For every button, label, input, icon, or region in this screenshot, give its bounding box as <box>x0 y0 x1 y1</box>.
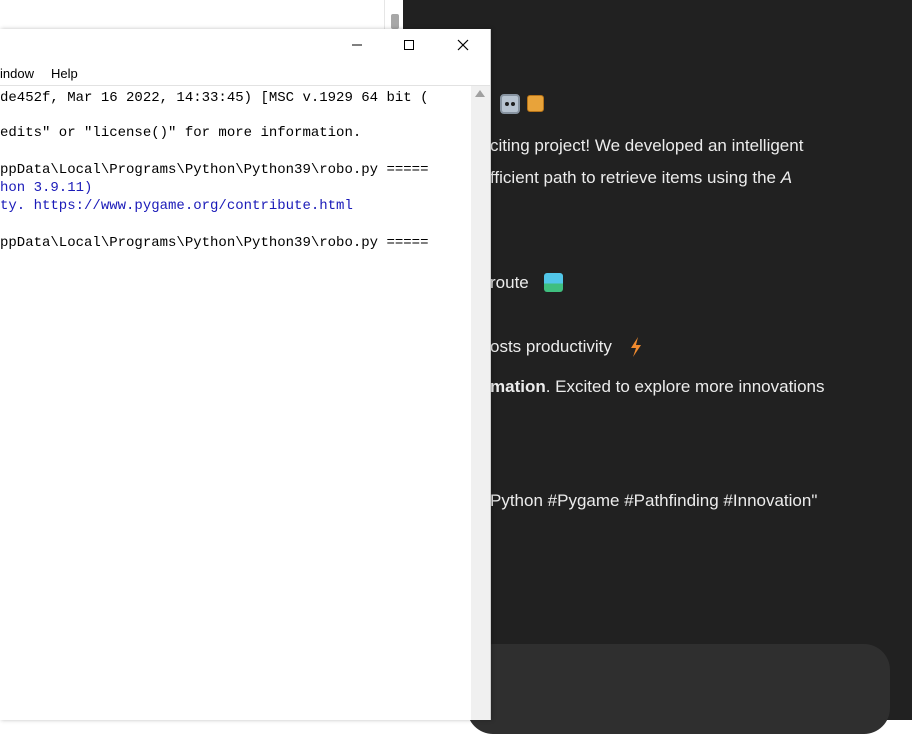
maximize-icon <box>404 40 414 50</box>
chat-message-line: route <box>490 273 529 293</box>
shell-line: edits" or "license()" for more informati… <box>0 125 362 141</box>
chat-bold-text: mation <box>490 377 546 396</box>
chat-message-line: Python #Pygame #Pathfinding #Innovation" <box>490 491 818 510</box>
scroll-up-icon[interactable] <box>475 90 485 97</box>
shell-line: ppData\Local\Programs\Python\Python39\ro… <box>0 235 429 251</box>
close-icon <box>457 39 469 51</box>
shell-line: de452f, Mar 16 2022, 14:33:45) [MSC v.19… <box>0 90 429 106</box>
robot-emoji-icon <box>500 94 520 114</box>
minimize-icon <box>352 44 362 46</box>
lightning-emoji-icon <box>631 337 641 357</box>
background-divider <box>384 0 385 29</box>
map-emoji-icon <box>544 273 563 292</box>
chat-text: fficient path to retrieve items using th… <box>490 168 781 187</box>
shell-output-area[interactable]: de452f, Mar 16 2022, 14:33:45) [MSC v.19… <box>0 86 471 720</box>
background-scrollbar-thumb[interactable] <box>391 14 399 29</box>
chat-text: . Excited to explore more innovations <box>545 377 825 396</box>
vertical-scrollbar[interactable] <box>471 86 490 720</box>
chat-text: osts productivity <box>490 337 612 356</box>
chat-input-box[interactable] <box>467 644 890 734</box>
background-window-strip <box>0 0 403 29</box>
chat-message-line: mation. Excited to explore more innovati… <box>490 377 825 397</box>
maximize-button[interactable] <box>386 29 432 61</box>
title-bar[interactable] <box>0 29 490 61</box>
chat-message-line: citing project! We developed an intellig… <box>490 136 804 155</box>
chat-text: route <box>490 273 529 292</box>
package-emoji-icon <box>527 95 544 112</box>
menu-bar: indow Help <box>0 61 490 86</box>
close-button[interactable] <box>440 29 486 61</box>
shell-output-line: hon 3.9.11) <box>0 180 93 196</box>
chat-message-line: fficient path to retrieve items using th… <box>490 168 792 188</box>
idle-shell-window: indow Help de452f, Mar 16 2022, 14:33:45… <box>0 29 491 720</box>
menu-window[interactable]: indow <box>0 66 34 81</box>
chat-italic-text: A <box>780 168 793 187</box>
chat-message-line: osts productivity <box>490 337 612 357</box>
minimize-button[interactable] <box>334 29 380 61</box>
menu-help[interactable]: Help <box>51 66 78 81</box>
shell-output-line: ty. https://www.pygame.org/contribute.ht… <box>0 198 353 214</box>
shell-line: ppData\Local\Programs\Python\Python39\ro… <box>0 162 429 178</box>
